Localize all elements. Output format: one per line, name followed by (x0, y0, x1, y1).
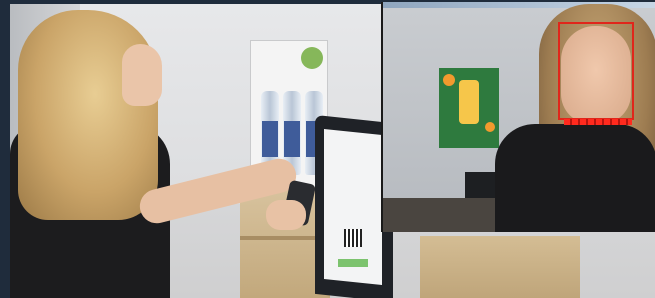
face-detection-bar (564, 119, 632, 125)
juice-bottles-graphic (459, 80, 479, 124)
orange-graphic (443, 74, 455, 86)
inset-woman-body (495, 124, 655, 232)
qr-code (344, 229, 362, 247)
photo-frame (0, 0, 655, 298)
juice-poster (439, 68, 499, 148)
poster-badge (301, 47, 323, 69)
face-detection-box (558, 22, 634, 120)
woman-hair (18, 10, 158, 220)
woman-hand (266, 200, 306, 230)
wooden-counter-right (420, 236, 580, 298)
woman-face (122, 44, 162, 106)
kiosk-green-button (338, 259, 368, 267)
orange-graphic (485, 122, 495, 132)
face-detection-inset (381, 2, 655, 232)
